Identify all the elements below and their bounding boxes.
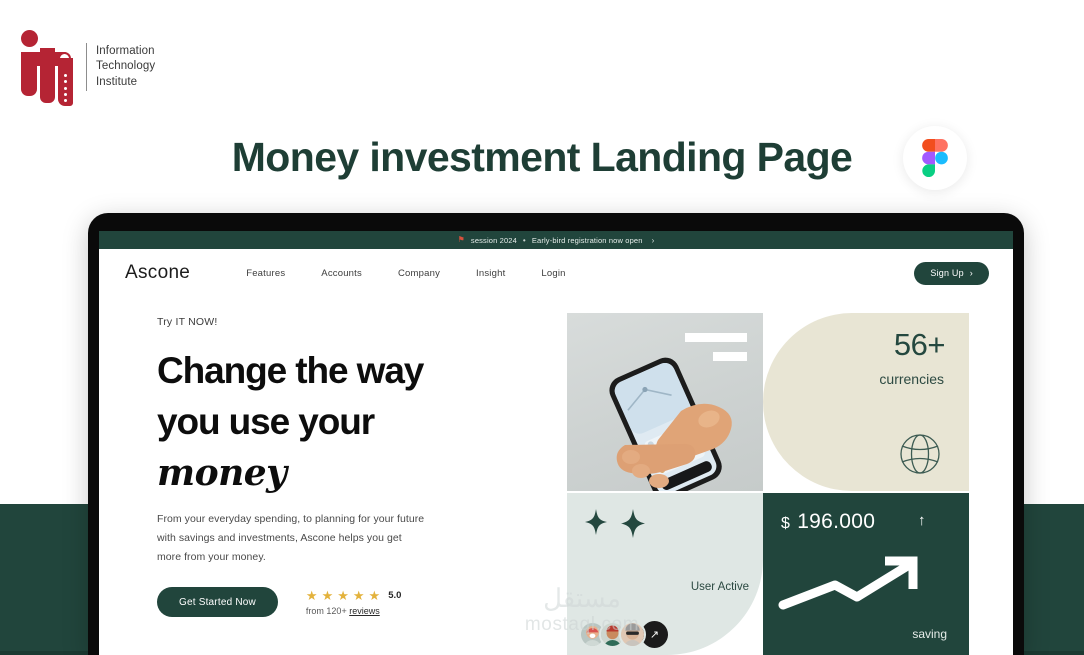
arrow-up-icon: ↑ <box>918 512 926 529</box>
hero-eyebrow: Try IT NOW! <box>157 316 218 328</box>
user-active-label: User Active <box>690 581 749 593</box>
rating-block: ★ ★ ★ ★ ★ 5.0 from 120+ reviews <box>306 588 402 616</box>
star-icon: ★ <box>337 588 349 603</box>
reviews-link[interactable]: reviews <box>349 606 380 616</box>
sparkle-icon <box>585 509 607 535</box>
site-navbar: Ascone Features Accounts Company Insight… <box>99 249 1013 297</box>
pin-flag-icon: ⚑ <box>457 235 465 244</box>
iti-logomark-icon <box>18 28 80 106</box>
get-started-button[interactable]: Get Started Now <box>157 587 278 617</box>
hero-section: Try IT NOW! Change the way you use your … <box>99 297 1013 655</box>
avatar-group: ↗ <box>579 621 668 648</box>
arrow-up-right-icon: ↗ <box>649 629 660 641</box>
nav-item-company[interactable]: Company <box>398 268 440 279</box>
iti-logo: Information Technology Institute <box>18 22 268 112</box>
currencies-value: 56+ <box>893 327 946 362</box>
decorative-bar <box>685 333 747 342</box>
signup-button-label: Sign Up <box>930 268 964 278</box>
rating-score: 5.0 <box>388 590 402 601</box>
headline-line-2: you use your <box>157 401 375 442</box>
laptop-screen: ⚑ session 2024 • Early-bird registration… <box>99 231 1013 655</box>
currency-symbol: $ <box>781 515 791 532</box>
hero-body-text: From your everyday spending, to planning… <box>157 513 425 563</box>
trend-up-arrow-icon <box>778 556 918 610</box>
nav-links: Features Accounts Company Insight Login <box>246 268 565 279</box>
announcement-session: session 2024 <box>470 235 517 245</box>
currencies-card: 56+ currencies <box>763 313 969 491</box>
iti-logo-text: Information Technology Institute <box>96 44 156 88</box>
laptop-mockup: ⚑ session 2024 • Early-bird registration… <box>88 213 1024 655</box>
hero-cards-grid: 56+ currencies User Active ↗ $ 196.000 ↑… <box>557 297 1013 655</box>
signup-button[interactable]: Sign Up › <box>914 261 989 285</box>
logo-divider <box>86 43 87 91</box>
star-icon: ★ <box>352 588 365 603</box>
hero-copy: Try IT NOW! Change the way you use your … <box>99 297 557 655</box>
avatar[interactable] <box>619 621 646 648</box>
sparkles <box>585 509 645 538</box>
headline-line-1: Change the way <box>157 350 424 391</box>
saving-label: saving <box>912 627 947 641</box>
announcement-separator: • <box>522 235 526 245</box>
saving-amount: $ 196.000 <box>781 510 875 534</box>
saving-amount-value: 196.000 <box>797 510 876 533</box>
chevron-right-icon: › <box>969 268 973 278</box>
nav-item-accounts[interactable]: Accounts <box>321 268 362 279</box>
saving-card: $ 196.000 ↑ saving <box>763 493 969 655</box>
star-icon: ★ <box>368 588 381 603</box>
phone-image-card <box>567 313 763 491</box>
rating-subtext: from 120+ reviews <box>306 606 402 616</box>
nav-item-insight[interactable]: Insight <box>476 268 505 279</box>
star-icon: ★ <box>305 588 318 603</box>
hero-headline: Change the way you use your money <box>157 345 557 499</box>
star-icon: ★ <box>321 588 334 603</box>
globe-icon <box>900 434 940 474</box>
user-active-card: User Active ↗ <box>567 493 763 655</box>
sparkle-icon <box>621 509 645 538</box>
figma-badge <box>903 126 967 190</box>
nav-item-login[interactable]: Login <box>541 268 565 279</box>
rating-sub-prefix: from 120+ <box>305 606 350 616</box>
nav-item-features[interactable]: Features <box>246 268 285 279</box>
figma-icon <box>922 139 948 177</box>
hero-cta-row: Get Started Now ★ ★ ★ ★ ★ 5.0 from 120+ … <box>157 587 557 617</box>
chevron-right-icon[interactable]: › <box>652 236 655 245</box>
headline-script-word: money <box>157 452 287 494</box>
stars-row: ★ ★ ★ ★ ★ 5.0 <box>306 589 402 602</box>
brand-logo[interactable]: Ascone <box>125 262 190 284</box>
announcement-message: Early-bird registration now open <box>531 235 643 245</box>
currencies-label: currencies <box>879 371 944 387</box>
page-root: Information Technology Institute Money i… <box>0 0 1084 655</box>
announcement-bar[interactable]: ⚑ session 2024 • Early-bird registration… <box>99 231 1013 249</box>
phone-in-hand-icon <box>609 357 732 491</box>
